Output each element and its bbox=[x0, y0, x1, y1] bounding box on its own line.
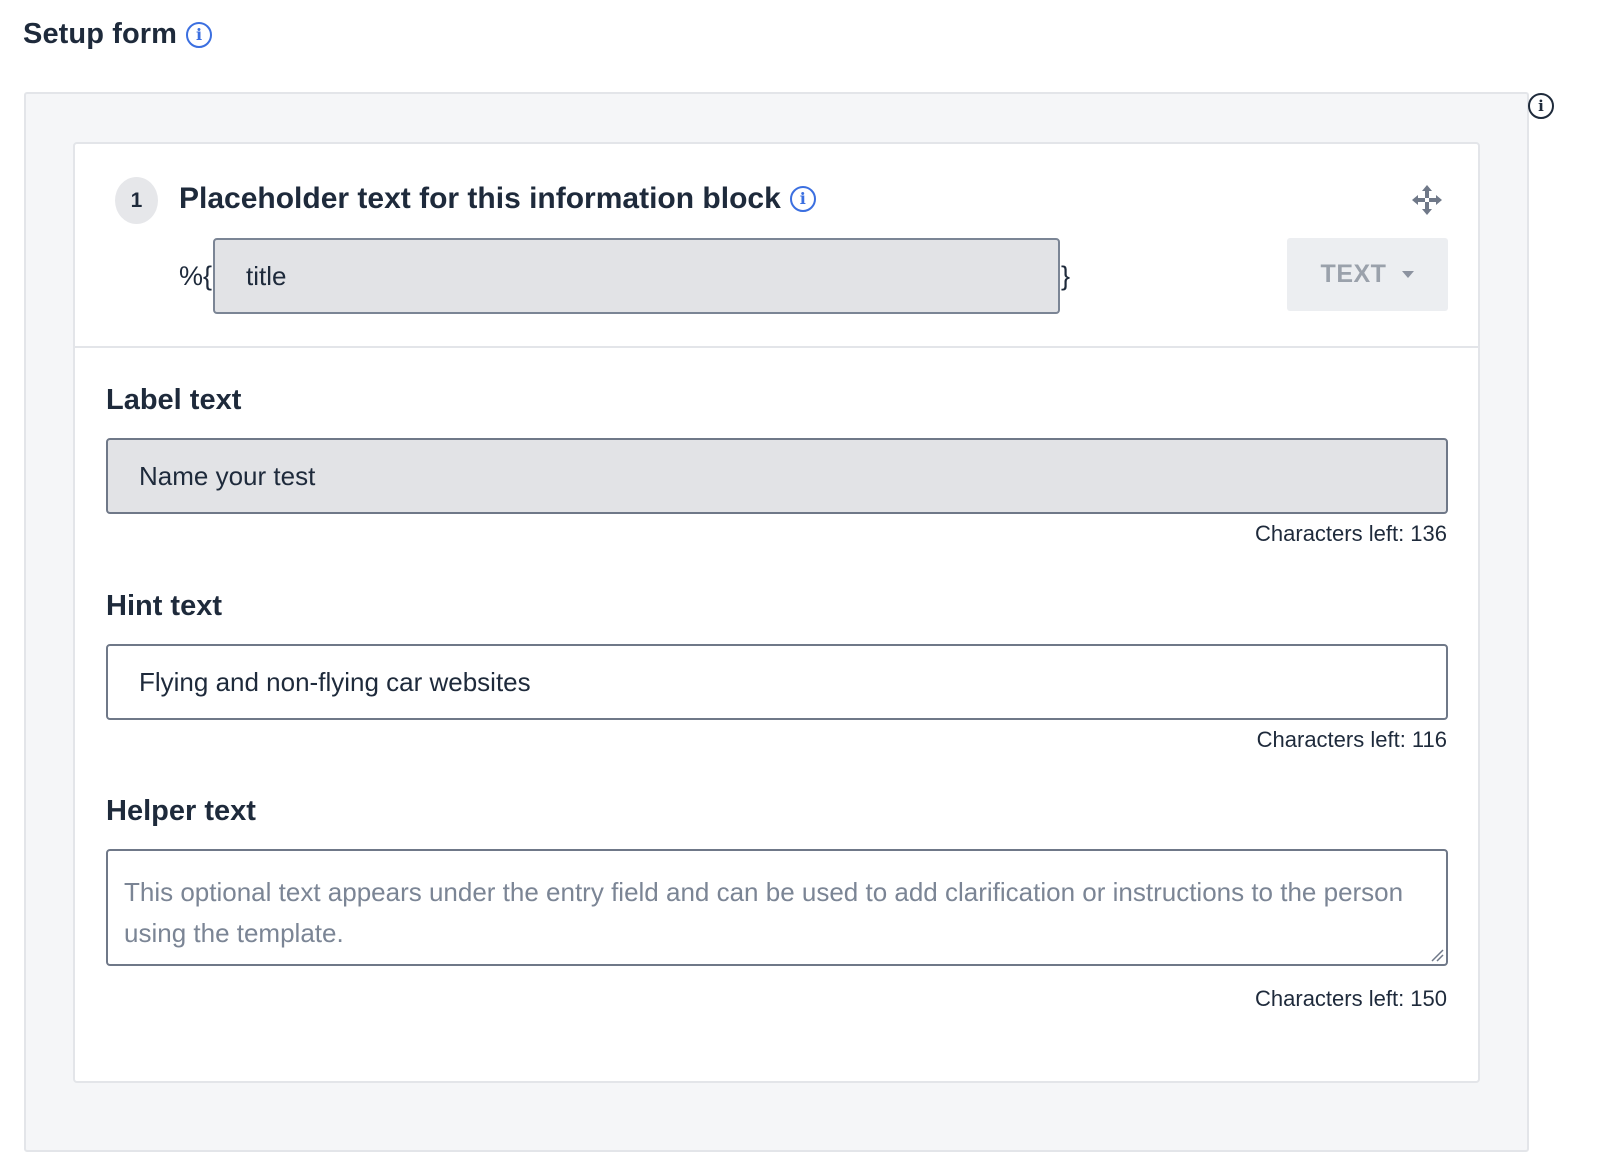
placeholder-prefix: %{ bbox=[179, 260, 213, 291]
hint-text-char-count: Characters left: 116 bbox=[1256, 727, 1447, 752]
block-title: Placeholder text for this information bl… bbox=[179, 182, 781, 215]
placeholder-key-input[interactable]: title bbox=[213, 238, 1061, 314]
block-title-row: Placeholder text for this information bl… bbox=[179, 182, 816, 216]
step-number-badge: 1 bbox=[115, 177, 158, 224]
helper-text-textarea[interactable]: This optional text appears under the ent… bbox=[106, 849, 1448, 966]
placeholder-key-row: %{ title } bbox=[179, 238, 1070, 314]
info-icon[interactable]: i bbox=[1528, 93, 1554, 119]
resize-handle-icon[interactable] bbox=[1428, 946, 1444, 962]
field-type-select[interactable]: TEXT bbox=[1287, 238, 1448, 311]
label-text-input[interactable]: Name your test bbox=[106, 438, 1448, 514]
helper-text-char-count: Characters left: 150 bbox=[1255, 986, 1447, 1011]
information-block-header: 1 Placeholder text for this information … bbox=[75, 144, 1478, 348]
hint-text-label: Hint text bbox=[106, 590, 222, 622]
label-text-label: Label text bbox=[106, 384, 242, 416]
placeholder-suffix: } bbox=[1061, 260, 1071, 291]
page-header: Setup form i bbox=[23, 18, 213, 51]
hint-text-input[interactable]: Flying and non-flying car websites bbox=[106, 644, 1448, 720]
label-text-char-count: Characters left: 136 bbox=[1255, 521, 1447, 546]
hint-text-field: Hint text Flying and non-flying car webs… bbox=[106, 590, 1448, 753]
helper-text-placeholder: This optional text appears under the ent… bbox=[124, 877, 1404, 948]
info-icon[interactable]: i bbox=[789, 186, 816, 212]
information-block-card: 1 Placeholder text for this information … bbox=[73, 142, 1480, 1083]
caret-down-icon bbox=[1402, 271, 1415, 278]
helper-text-field: Helper text This optional text appears u… bbox=[106, 795, 1448, 1012]
page-title: Setup form bbox=[23, 18, 178, 50]
field-type-value: TEXT bbox=[1320, 260, 1387, 288]
helper-text-label: Helper text bbox=[106, 795, 256, 827]
info-icon[interactable]: i bbox=[186, 21, 213, 48]
move-icon[interactable] bbox=[1411, 184, 1443, 216]
label-text-field: Label text Name your test Characters lef… bbox=[106, 384, 1448, 547]
